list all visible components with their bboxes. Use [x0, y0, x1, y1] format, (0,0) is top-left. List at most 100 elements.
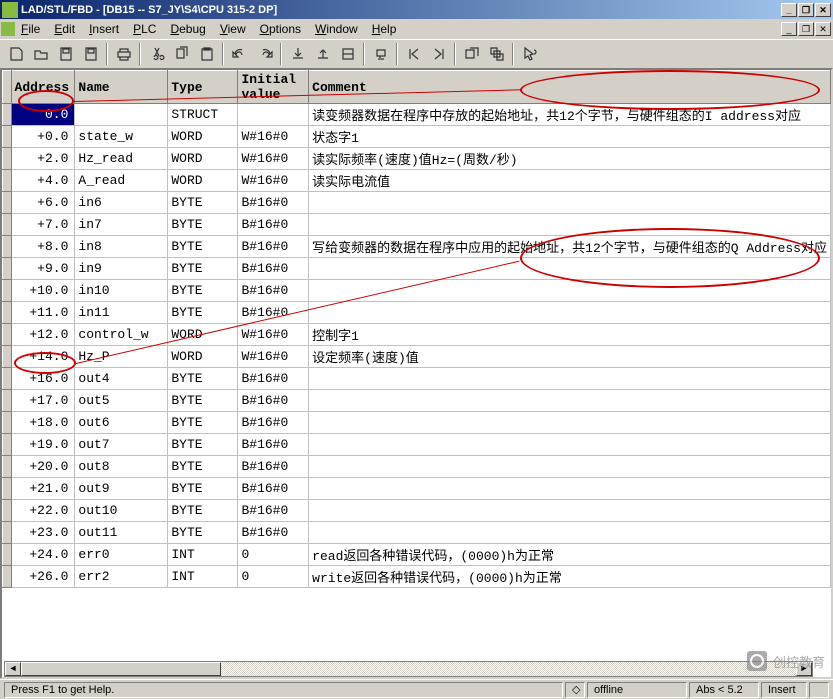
menu-help[interactable]: Help: [365, 20, 404, 38]
table-row[interactable]: +24.0err0INT0read返回各种错误代码，(0000)h为正常: [3, 544, 831, 566]
cell-initial[interactable]: B#16#0: [238, 522, 309, 544]
overlap-button[interactable]: [460, 43, 483, 65]
cell-comment[interactable]: [309, 478, 831, 500]
cell-type[interactable]: WORD: [168, 324, 238, 346]
cell-address[interactable]: +6.0: [11, 192, 75, 214]
table-row[interactable]: +2.0Hz_readWORDW#16#0读实际频率(速度)值Hz=(周数/秒): [3, 148, 831, 170]
menu-debug[interactable]: Debug: [163, 20, 212, 38]
cell-initial[interactable]: B#16#0: [238, 192, 309, 214]
mdi-minimize-button[interactable]: _: [781, 22, 797, 36]
cell-comment[interactable]: [309, 456, 831, 478]
monitor-button[interactable]: [369, 43, 392, 65]
cell-comment[interactable]: [309, 214, 831, 236]
cell-address[interactable]: +22.0: [11, 500, 75, 522]
menu-view[interactable]: View: [213, 20, 253, 38]
cell-initial[interactable]: W#16#0: [238, 126, 309, 148]
cell-name[interactable]: state_w: [75, 126, 168, 148]
menu-window[interactable]: Window: [308, 20, 365, 38]
help-pointer-button[interactable]: [518, 43, 541, 65]
cell-address[interactable]: +24.0: [11, 544, 75, 566]
cell-address[interactable]: +9.0: [11, 258, 75, 280]
table-row[interactable]: +14.0Hz_PWORDW#16#0设定频率(速度)值: [3, 346, 831, 368]
table-row[interactable]: +6.0in6BYTEB#16#0: [3, 192, 831, 214]
row-header[interactable]: [3, 104, 12, 126]
table-row[interactable]: +4.0A_readWORDW#16#0读实际电流值: [3, 170, 831, 192]
cell-address[interactable]: +10.0: [11, 280, 75, 302]
cell-comment[interactable]: [309, 302, 831, 324]
cell-comment[interactable]: [309, 412, 831, 434]
row-header[interactable]: [3, 192, 12, 214]
cell-initial[interactable]: B#16#0: [238, 368, 309, 390]
cell-type[interactable]: WORD: [168, 346, 238, 368]
cell-initial[interactable]: W#16#0: [238, 170, 309, 192]
cell-initial[interactable]: [238, 104, 309, 126]
cell-comment[interactable]: [309, 390, 831, 412]
cell-initial[interactable]: B#16#0: [238, 500, 309, 522]
col-initial-value[interactable]: Initial value: [238, 71, 309, 104]
menu-file[interactable]: File: [14, 20, 47, 38]
cell-comment[interactable]: [309, 280, 831, 302]
cell-initial[interactable]: W#16#0: [238, 346, 309, 368]
cell-name[interactable]: out7: [75, 434, 168, 456]
cell-type[interactable]: BYTE: [168, 478, 238, 500]
cell-initial[interactable]: B#16#0: [238, 412, 309, 434]
cell-type[interactable]: BYTE: [168, 368, 238, 390]
cell-type[interactable]: BYTE: [168, 456, 238, 478]
cell-name[interactable]: in6: [75, 192, 168, 214]
cell-type[interactable]: BYTE: [168, 192, 238, 214]
cell-name[interactable]: out4: [75, 368, 168, 390]
goto-last-button[interactable]: [427, 43, 450, 65]
cell-comment[interactable]: [309, 500, 831, 522]
cell-comment[interactable]: 设定频率(速度)值: [309, 346, 831, 368]
cell-initial[interactable]: B#16#0: [238, 302, 309, 324]
cell-initial[interactable]: B#16#0: [238, 236, 309, 258]
cell-name[interactable]: in10: [75, 280, 168, 302]
cell-name[interactable]: err2: [75, 566, 168, 588]
cell-initial[interactable]: 0: [238, 566, 309, 588]
cell-address[interactable]: +8.0: [11, 236, 75, 258]
cell-comment[interactable]: 读实际频率(速度)值Hz=(周数/秒): [309, 148, 831, 170]
cell-type[interactable]: BYTE: [168, 214, 238, 236]
row-header[interactable]: [3, 434, 12, 456]
scroll-track[interactable]: [21, 662, 796, 676]
cell-comment[interactable]: 读实际电流值: [309, 170, 831, 192]
cell-initial[interactable]: W#16#0: [238, 148, 309, 170]
cell-comment[interactable]: 控制字1: [309, 324, 831, 346]
cell-initial[interactable]: 0: [238, 544, 309, 566]
col-name[interactable]: Name: [75, 71, 168, 104]
save-local-button[interactable]: [54, 43, 77, 65]
menu-options[interactable]: Options: [253, 20, 308, 38]
table-row[interactable]: +7.0in7BYTEB#16#0: [3, 214, 831, 236]
horizontal-scrollbar[interactable]: ◄ ►: [4, 661, 813, 677]
cell-type[interactable]: WORD: [168, 148, 238, 170]
close-button[interactable]: ✕: [815, 3, 831, 17]
save-button[interactable]: [79, 43, 102, 65]
cell-address[interactable]: +7.0: [11, 214, 75, 236]
cell-address[interactable]: +0.0: [11, 126, 75, 148]
col-address[interactable]: Address: [11, 71, 75, 104]
col-type[interactable]: Type: [168, 71, 238, 104]
row-header[interactable]: [3, 258, 12, 280]
menu-plc[interactable]: PLC: [126, 20, 163, 38]
table-row[interactable]: +17.0out5BYTEB#16#0: [3, 390, 831, 412]
row-header[interactable]: [3, 214, 12, 236]
cell-name[interactable]: out8: [75, 456, 168, 478]
cell-comment[interactable]: [309, 368, 831, 390]
cell-initial[interactable]: B#16#0: [238, 478, 309, 500]
cell-initial[interactable]: B#16#0: [238, 258, 309, 280]
cell-type[interactable]: WORD: [168, 170, 238, 192]
table-row[interactable]: +22.0out10BYTEB#16#0: [3, 500, 831, 522]
cell-type[interactable]: BYTE: [168, 412, 238, 434]
row-header[interactable]: [3, 456, 12, 478]
cell-name[interactable]: Hz_read: [75, 148, 168, 170]
cell-address[interactable]: +21.0: [11, 478, 75, 500]
col-comment[interactable]: Comment: [309, 71, 831, 104]
row-header[interactable]: [3, 368, 12, 390]
table-row[interactable]: +21.0out9BYTEB#16#0: [3, 478, 831, 500]
cell-address[interactable]: +11.0: [11, 302, 75, 324]
cell-initial[interactable]: B#16#0: [238, 434, 309, 456]
row-header[interactable]: [3, 500, 12, 522]
db-table[interactable]: Address Name Type Initial value Comment …: [2, 70, 831, 588]
cell-comment[interactable]: 写给变频器的数据在程序中应用的起始地址，共12个字节，与硬件组态的Q Addre…: [309, 236, 831, 258]
cell-type[interactable]: BYTE: [168, 390, 238, 412]
